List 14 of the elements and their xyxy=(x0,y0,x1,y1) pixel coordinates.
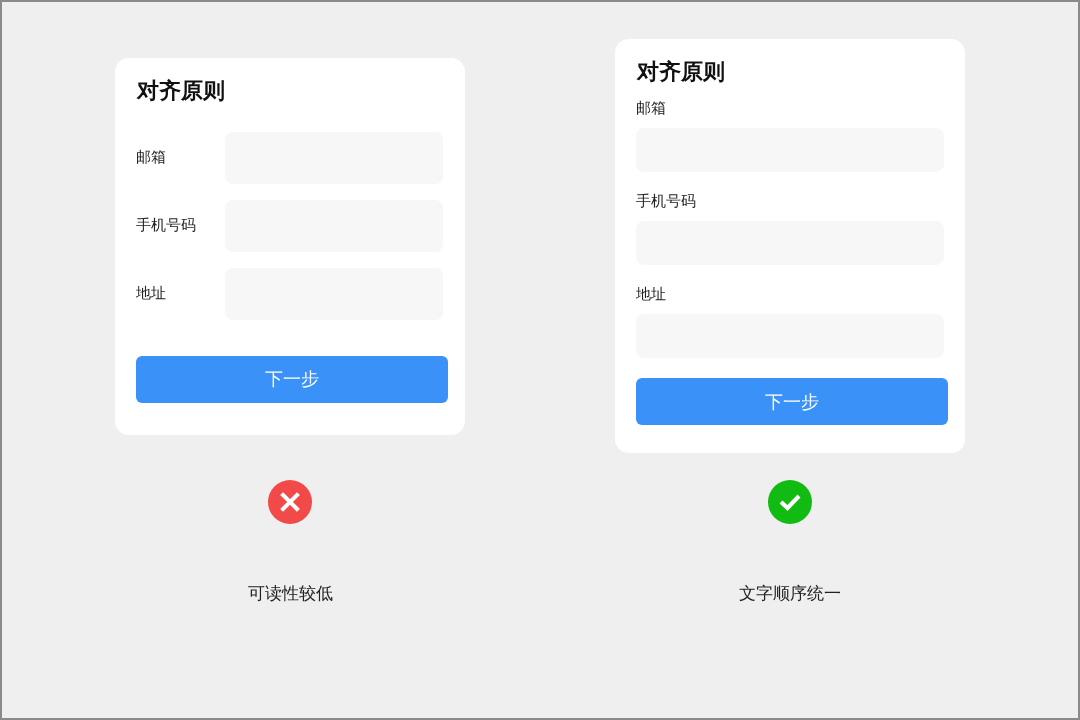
caption: 可读性较低 xyxy=(247,582,333,605)
field-label: 手机号码 xyxy=(636,192,697,211)
field-label: 手机号码 xyxy=(136,216,197,235)
form-title: 对齐原则 xyxy=(637,58,726,86)
check-icon xyxy=(768,480,812,524)
field-label: 邮箱 xyxy=(136,148,167,167)
caption: 文字顺序统一 xyxy=(739,582,841,605)
field-label: 地址 xyxy=(636,285,667,304)
cross-icon xyxy=(268,480,312,524)
field-label: 地址 xyxy=(136,284,167,303)
next-button[interactable]: 下一步 xyxy=(636,378,948,425)
form-title: 对齐原则 xyxy=(137,76,226,105)
field-label: 邮箱 xyxy=(636,99,667,118)
next-button[interactable]: 下一步 xyxy=(136,355,448,403)
